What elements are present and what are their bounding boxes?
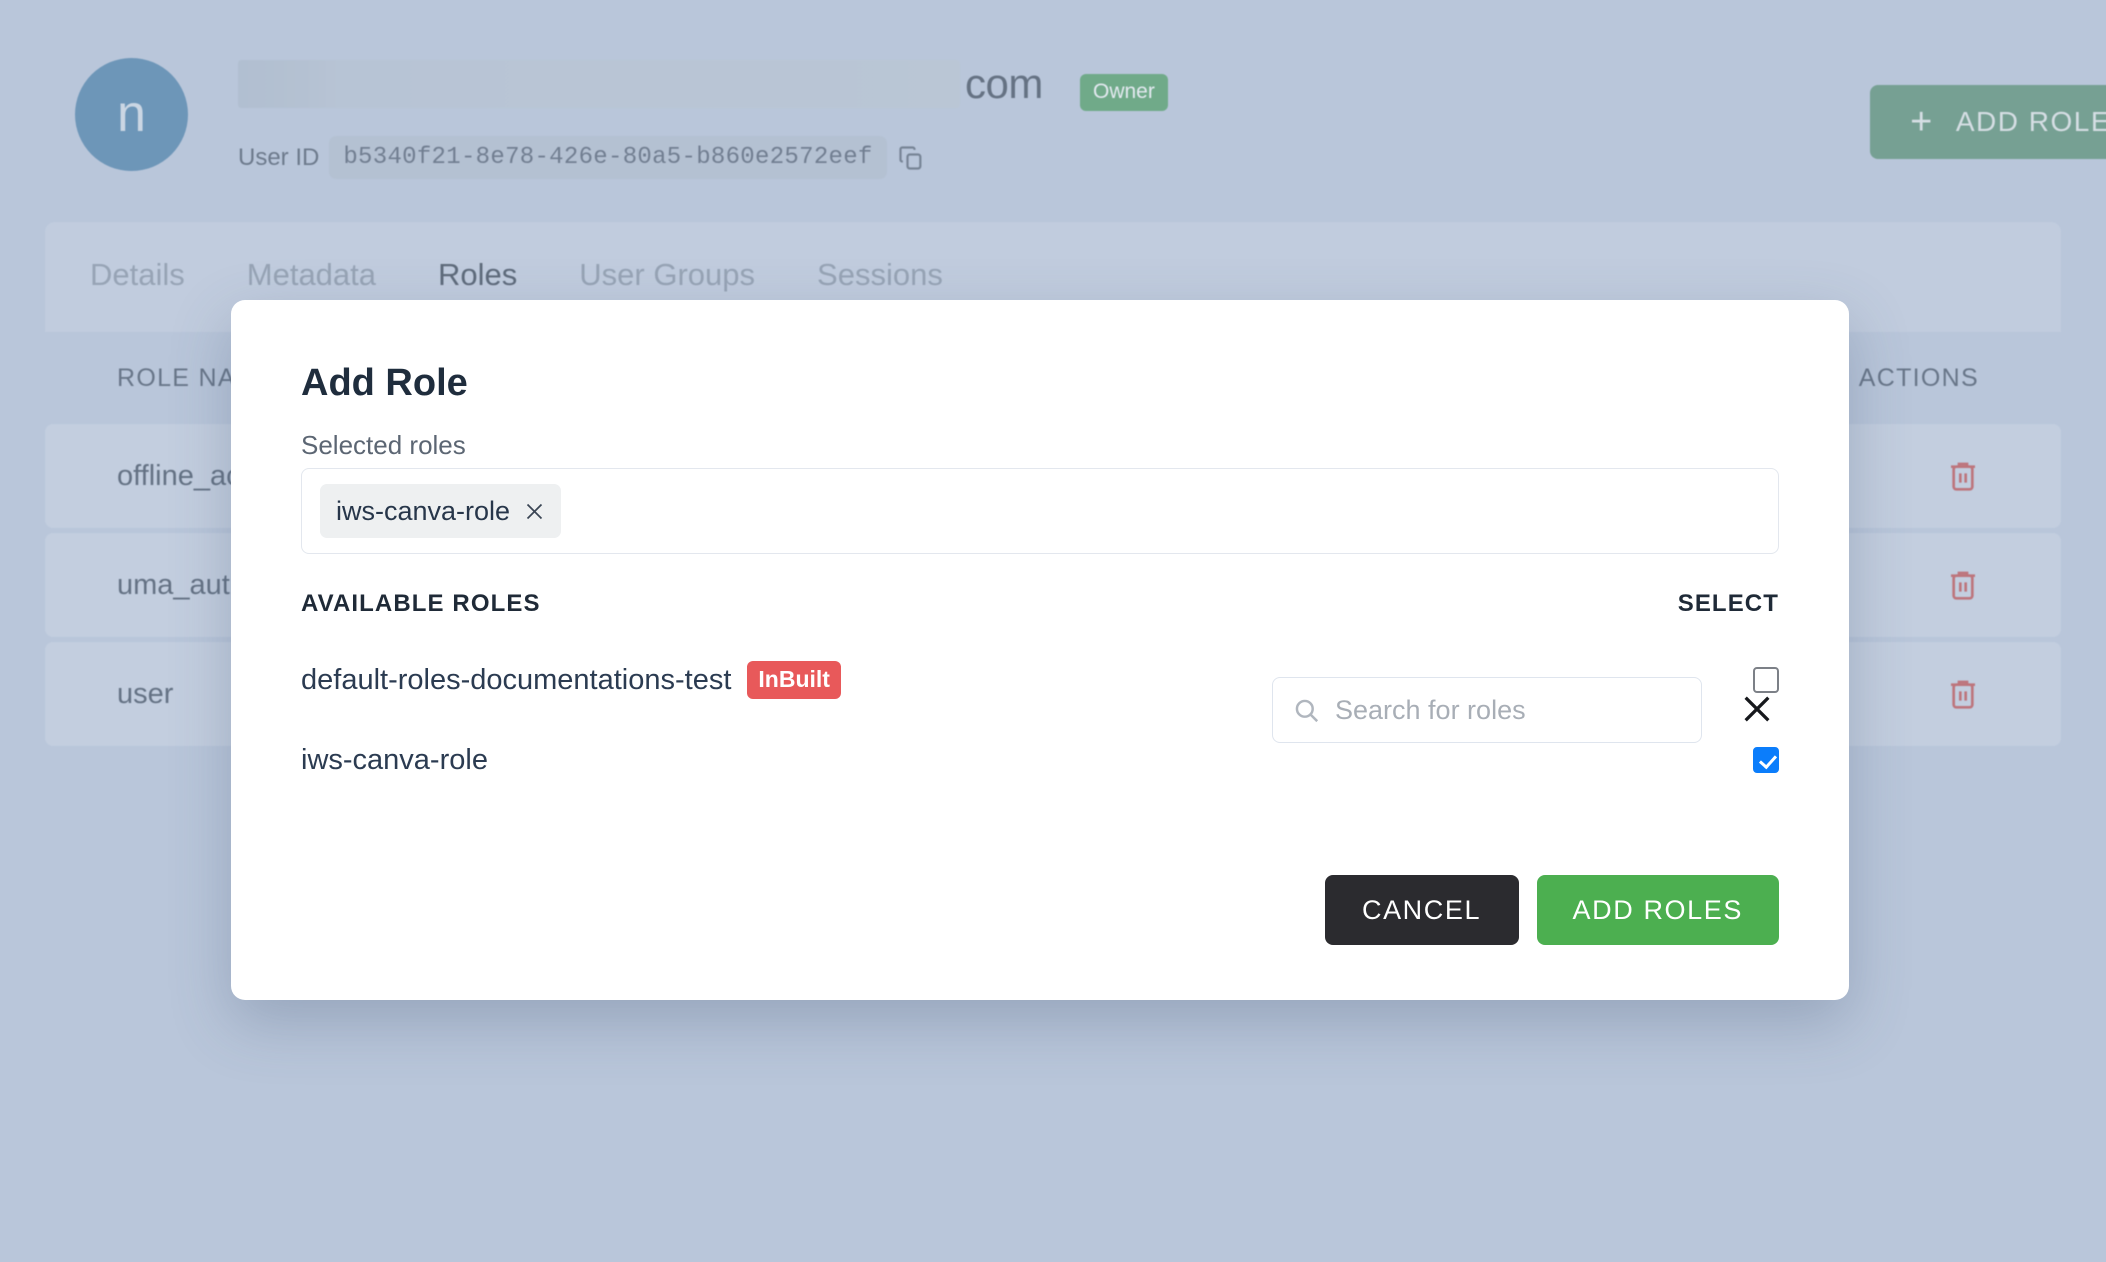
dialog-actions: CANCEL ADD ROLES xyxy=(1324,875,1779,945)
list-item[interactable]: default-roles-documentations-test InBuil… xyxy=(301,640,1779,720)
user-header: n com Owner User ID b5340f21-8e78-426e-8… xyxy=(0,0,2106,215)
redacted-name-block xyxy=(238,60,960,108)
selected-roles-label: Selected roles xyxy=(301,430,466,460)
chip-remove-icon[interactable] xyxy=(524,501,545,522)
selected-roles-box: iws-canva-role xyxy=(301,468,1779,554)
available-roles-header: AVAILABLE ROLES SELECT xyxy=(301,590,1779,618)
tab-sessions[interactable]: Sessions xyxy=(817,257,943,297)
role-item-name: default-roles-documentations-test xyxy=(301,663,732,696)
available-roles-title: AVAILABLE ROLES xyxy=(301,590,541,617)
add-roles-button[interactable]: ADD ROLES xyxy=(1536,875,1779,945)
add-role-dialog: Add Role Search for roles Selected roles… xyxy=(231,300,1849,1000)
role-item-info: default-roles-documentations-test InBuil… xyxy=(301,661,841,699)
trash-icon[interactable] xyxy=(1947,676,1979,712)
role-checkbox-checked[interactable] xyxy=(1753,747,1779,773)
owner-badge: Owner xyxy=(1080,74,1168,111)
chip-label: iws-canva-role xyxy=(336,495,511,526)
dialog-title: Add Role xyxy=(301,362,468,404)
add-role-button[interactable]: + ADD ROLE xyxy=(1870,85,2106,159)
trash-icon[interactable] xyxy=(1947,458,1979,494)
tab-roles[interactable]: Roles xyxy=(438,257,517,297)
trash-icon[interactable] xyxy=(1947,567,1979,603)
selected-role-chip[interactable]: iws-canva-role xyxy=(320,484,562,538)
list-item[interactable]: iws-canva-role xyxy=(301,720,1779,800)
select-column-title: SELECT xyxy=(1677,590,1779,617)
role-checkbox-unchecked[interactable] xyxy=(1753,667,1779,693)
tab-details[interactable]: Details xyxy=(90,257,185,297)
inbuilt-badge: InBuilt xyxy=(747,661,841,699)
role-item-info: iws-canva-role xyxy=(301,744,488,777)
plus-icon: + xyxy=(1910,101,1934,143)
available-roles-list: default-roles-documentations-test InBuil… xyxy=(301,640,1779,800)
user-id-row: User ID b5340f21-8e78-426e-80a5-b860e257… xyxy=(238,136,925,179)
role-item-name: iws-canva-role xyxy=(301,743,488,776)
tab-user-groups[interactable]: User Groups xyxy=(579,257,755,297)
copy-icon[interactable] xyxy=(897,144,925,172)
cancel-button[interactable]: CANCEL xyxy=(1324,875,1519,945)
add-role-button-label: ADD ROLE xyxy=(1955,106,2106,137)
tab-metadata[interactable]: Metadata xyxy=(247,257,376,297)
user-id-value: b5340f21-8e78-426e-80a5-b860e2572eef xyxy=(329,136,887,179)
user-name-tld: com xyxy=(965,60,1043,107)
user-id-label: User ID xyxy=(238,143,320,171)
avatar: n xyxy=(75,58,188,171)
